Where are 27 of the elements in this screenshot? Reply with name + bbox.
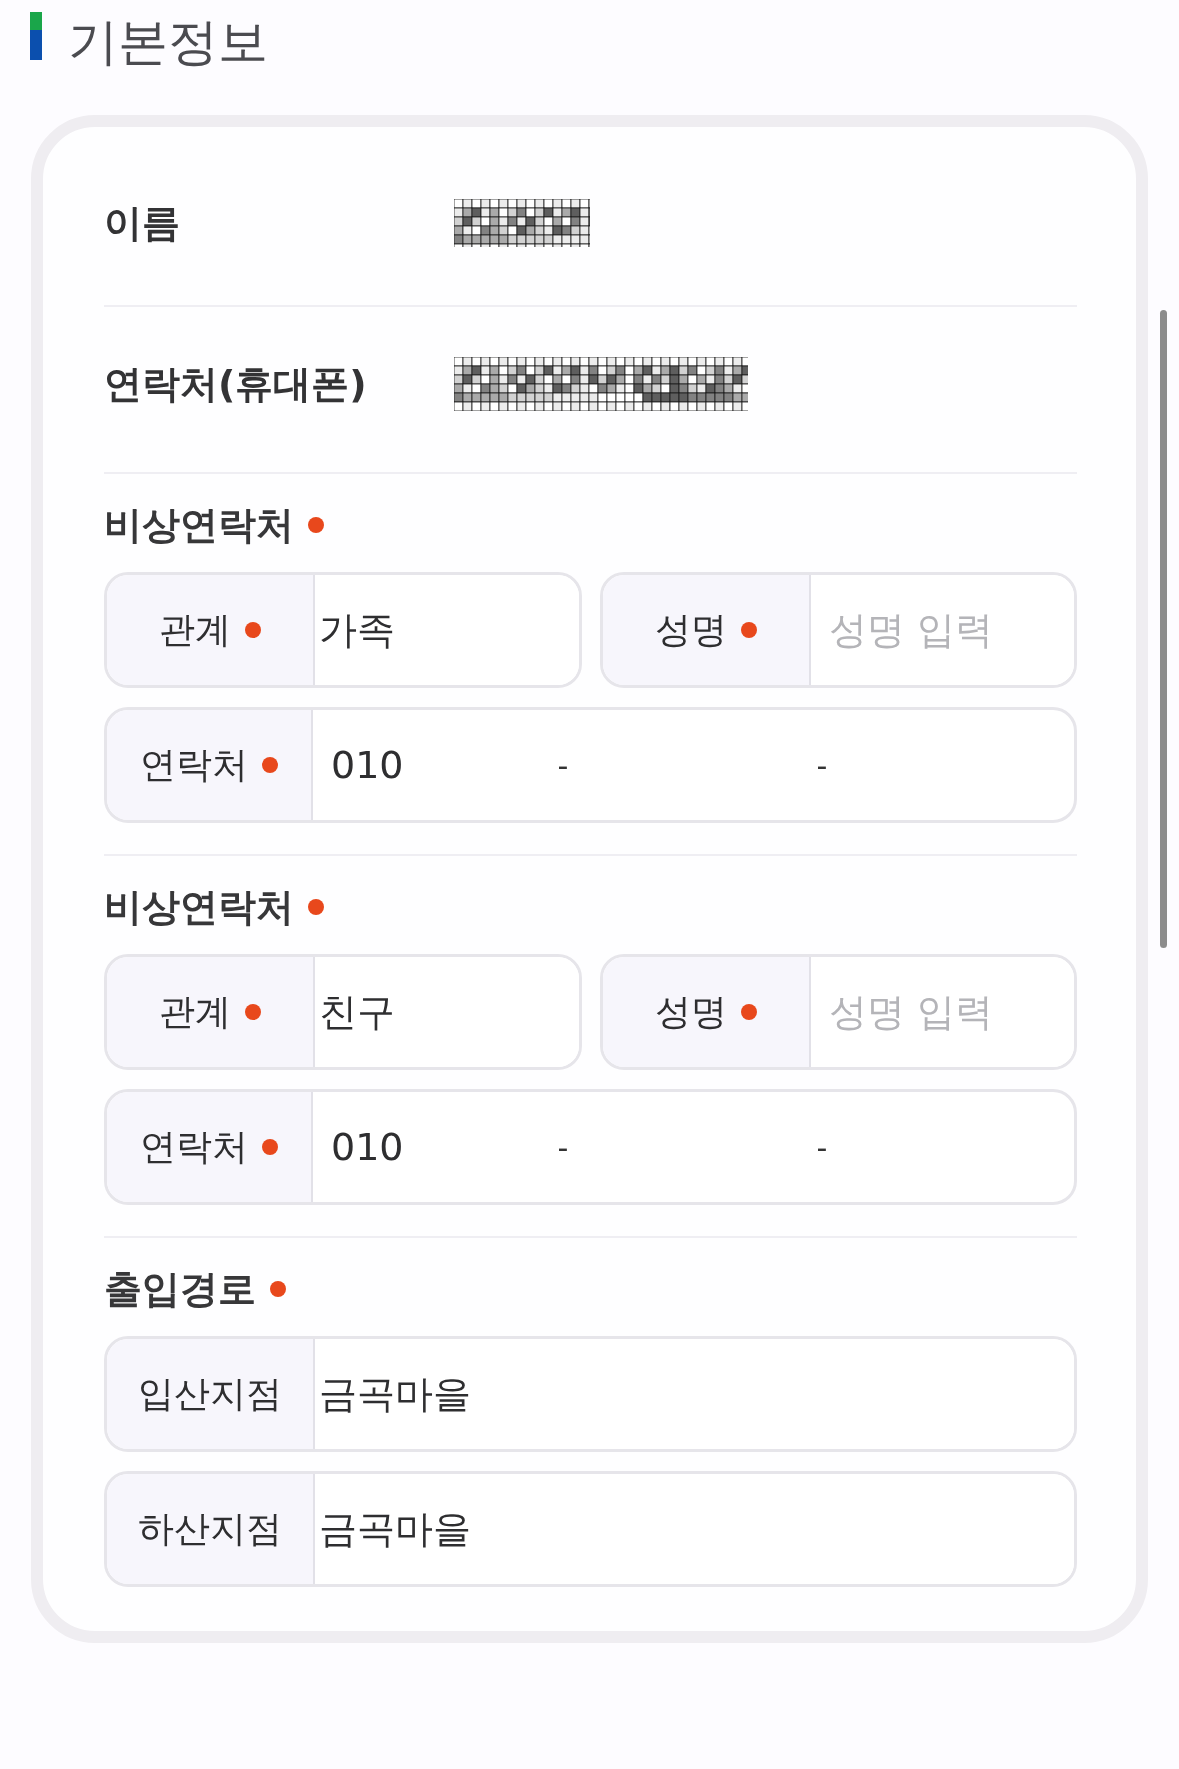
name-input[interactable]: 성명 입력 [810, 957, 1074, 1067]
section-heading: 출입경로 [104, 1269, 256, 1309]
field-label: 연락처 [140, 1125, 248, 1169]
field-label: 하산지점 [138, 1507, 282, 1551]
field-label: 관계 [159, 608, 231, 652]
field-label: 입산지점 [138, 1372, 282, 1416]
section-heading: 비상연락처 [104, 887, 294, 927]
relation-input[interactable]: 친구 [315, 957, 579, 1067]
section-heading: 비상연락처 [104, 505, 294, 545]
relation-input[interactable]: 가족 [315, 575, 579, 685]
phone-prefix-field[interactable]: 010 [331, 710, 543, 820]
field-label: 성명 [654, 990, 727, 1034]
accent-bar-icon [30, 12, 42, 60]
dash-separator: - [557, 746, 569, 785]
dash-separator: - [816, 1128, 828, 1167]
info-label: 연락처(휴대폰) [104, 361, 368, 408]
dash-separator: - [816, 746, 828, 785]
name-input[interactable]: 성명 입력 [810, 575, 1074, 685]
field-label: 관계 [159, 990, 231, 1034]
location-input[interactable]: 금곡마을 [315, 1339, 1074, 1449]
dash-separator: - [557, 1128, 569, 1167]
phone-prefix-field[interactable]: 010 [331, 1092, 543, 1202]
info-label: 이름 [104, 200, 181, 247]
page-title: 기본정보 [68, 12, 268, 68]
field-label: 성명 [654, 608, 727, 652]
field-label: 연락처 [140, 743, 248, 787]
location-input[interactable]: 금곡마을 [315, 1474, 1074, 1584]
